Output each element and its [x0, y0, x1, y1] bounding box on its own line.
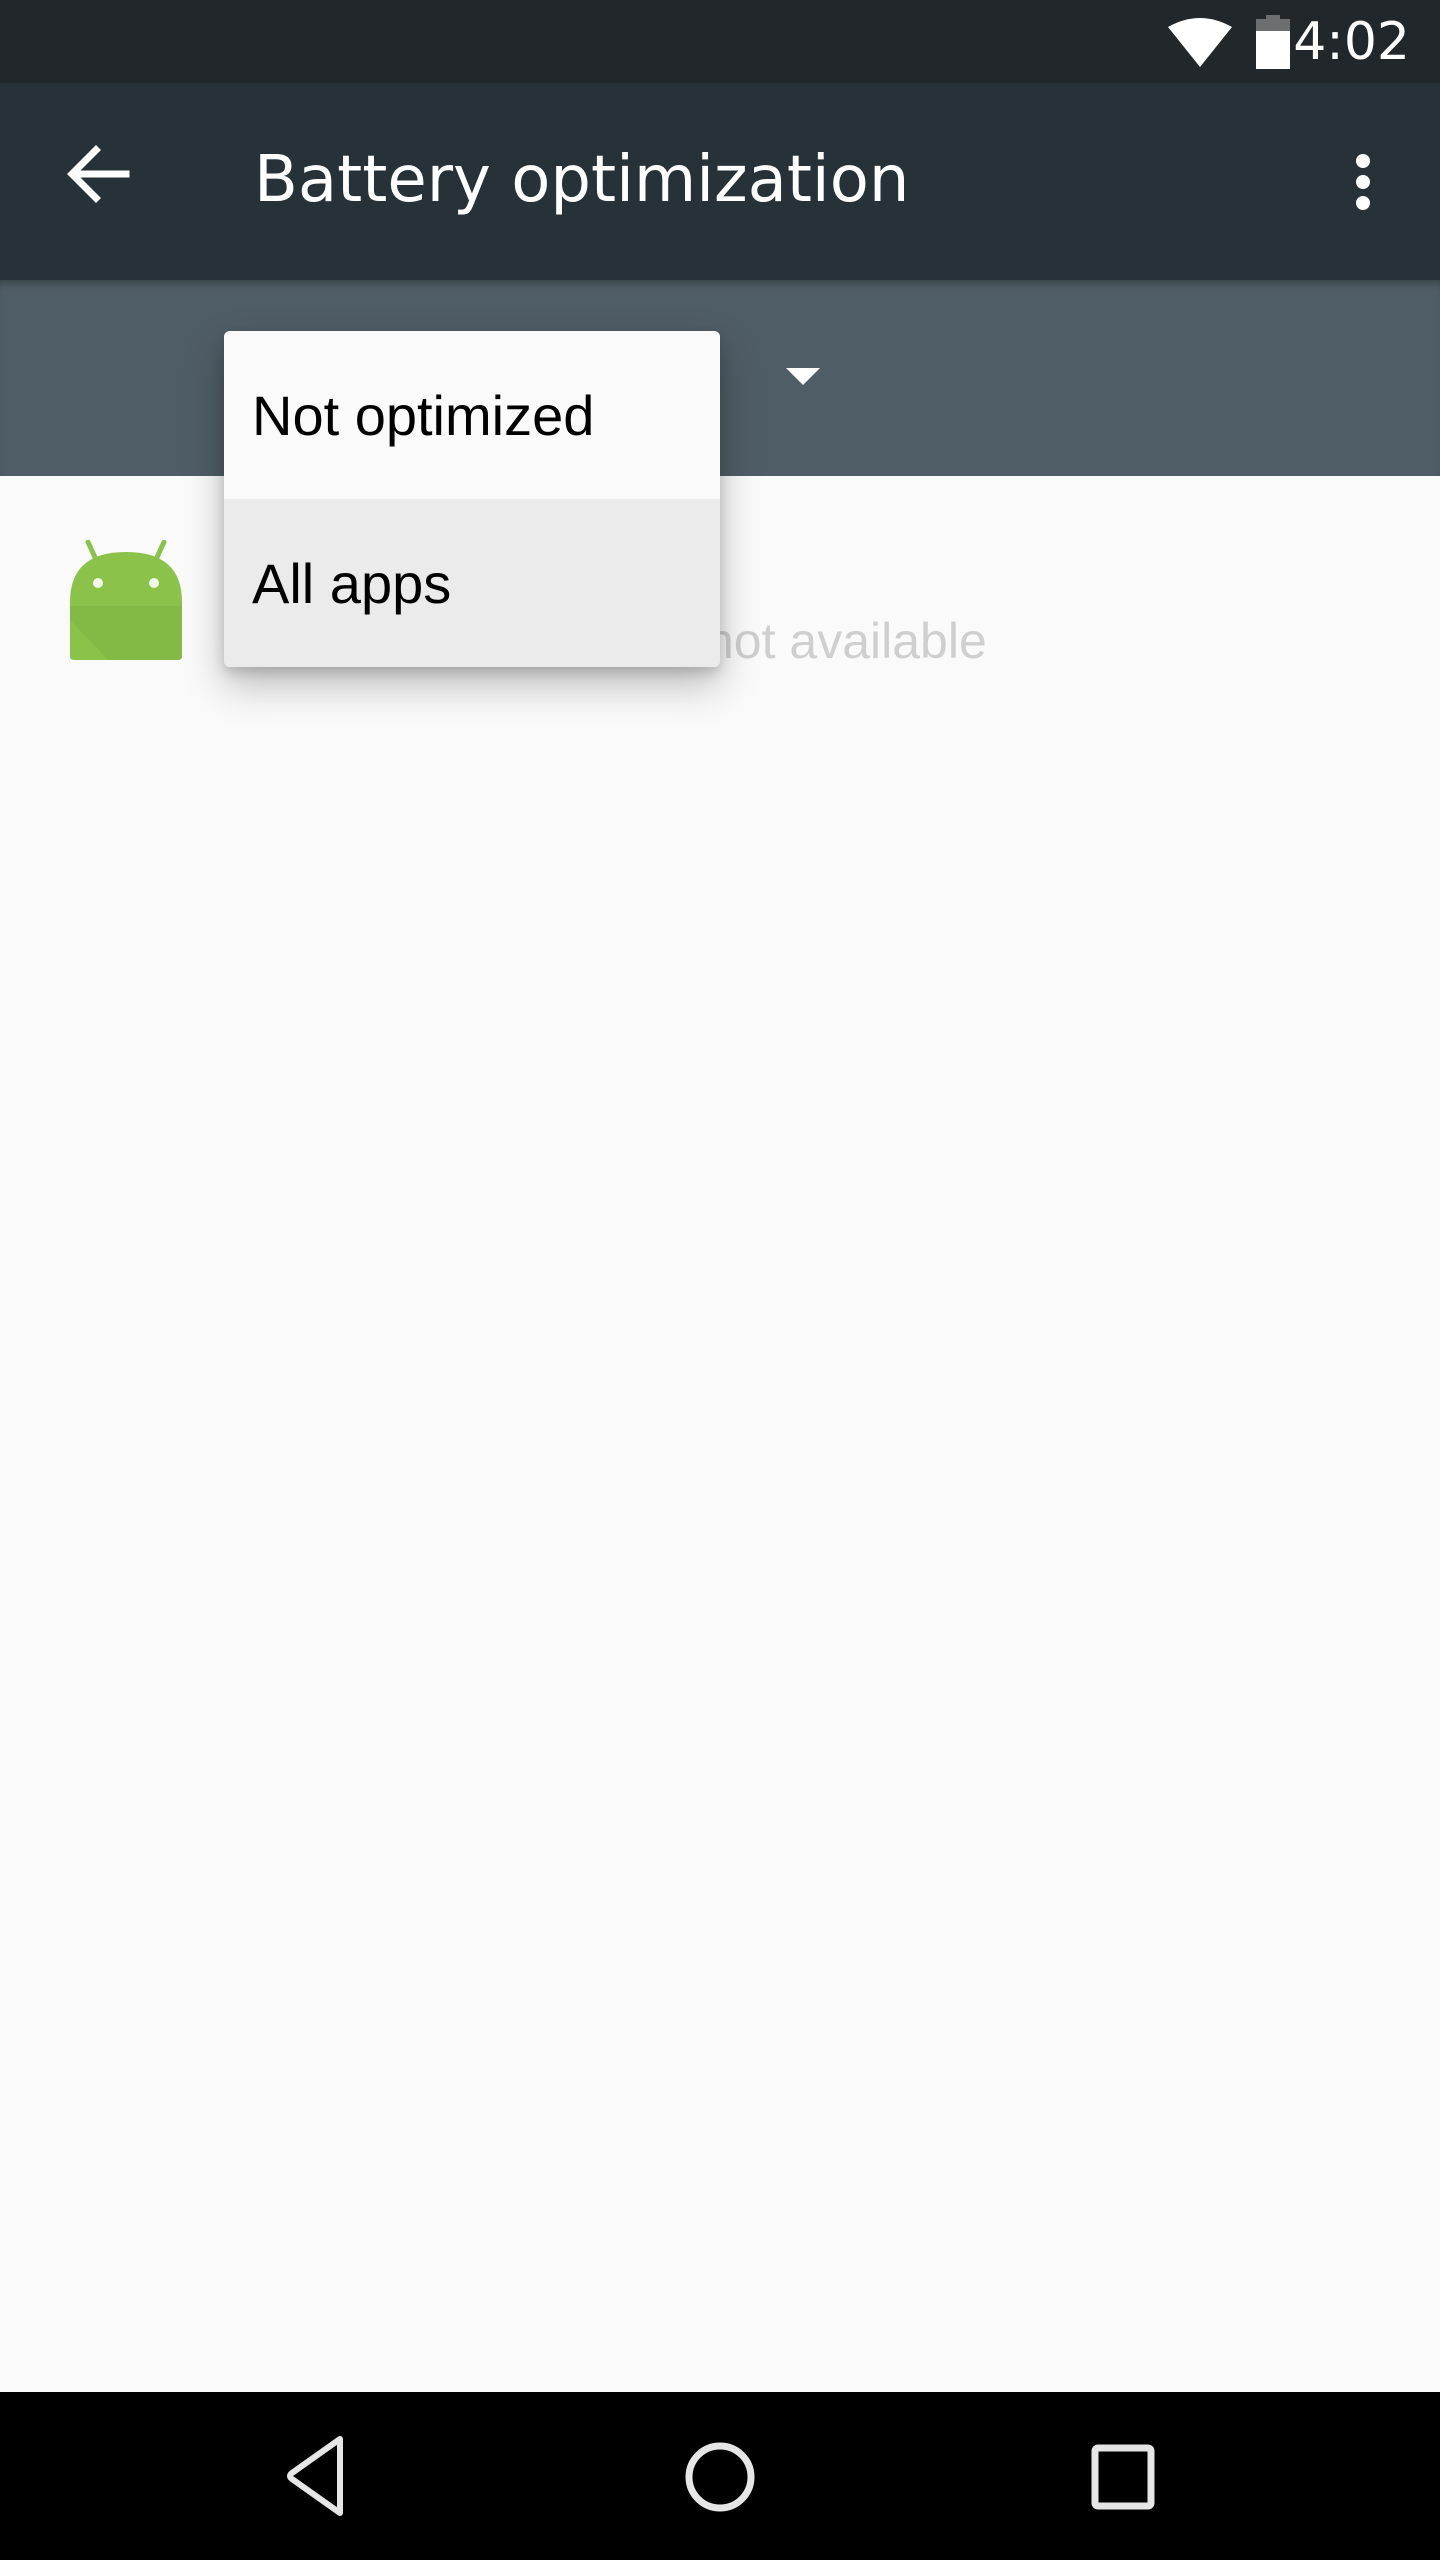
status-bar: 4:02: [0, 0, 1440, 83]
app-list-item[interactable]: [0, 490, 1440, 710]
back-icon: [287, 2436, 343, 2516]
nav-home-button[interactable]: [665, 2427, 775, 2527]
nav-recents-button[interactable]: [1069, 2427, 1179, 2527]
nav-back-button[interactable]: [258, 2427, 368, 2527]
status-time: 4:02: [1293, 12, 1410, 72]
recents-icon: [1091, 2444, 1155, 2510]
home-icon: [685, 2442, 755, 2512]
menu-item-label: Not optimized: [252, 384, 595, 447]
menu-item-all-apps[interactable]: All apps: [224, 499, 720, 667]
more-options-button[interactable]: [1323, 132, 1403, 232]
battery-icon: [1256, 15, 1290, 69]
filter-dropdown-menu: Not optimized All apps: [224, 331, 720, 667]
arrow-back-icon: [67, 145, 130, 203]
arrow-drop-down-icon[interactable]: [786, 368, 820, 385]
menu-item-label: All apps: [252, 552, 452, 615]
page-title: Battery optimization: [254, 143, 910, 217]
android-app-icon: [70, 540, 182, 660]
menu-item-not-optimized[interactable]: Not optimized: [224, 331, 720, 499]
wifi-icon: [1168, 18, 1232, 67]
app-subtitle: not available: [706, 613, 987, 669]
filter-bar: [0, 280, 1440, 476]
more-vert-icon: [1356, 154, 1370, 210]
back-button[interactable]: [48, 124, 148, 224]
